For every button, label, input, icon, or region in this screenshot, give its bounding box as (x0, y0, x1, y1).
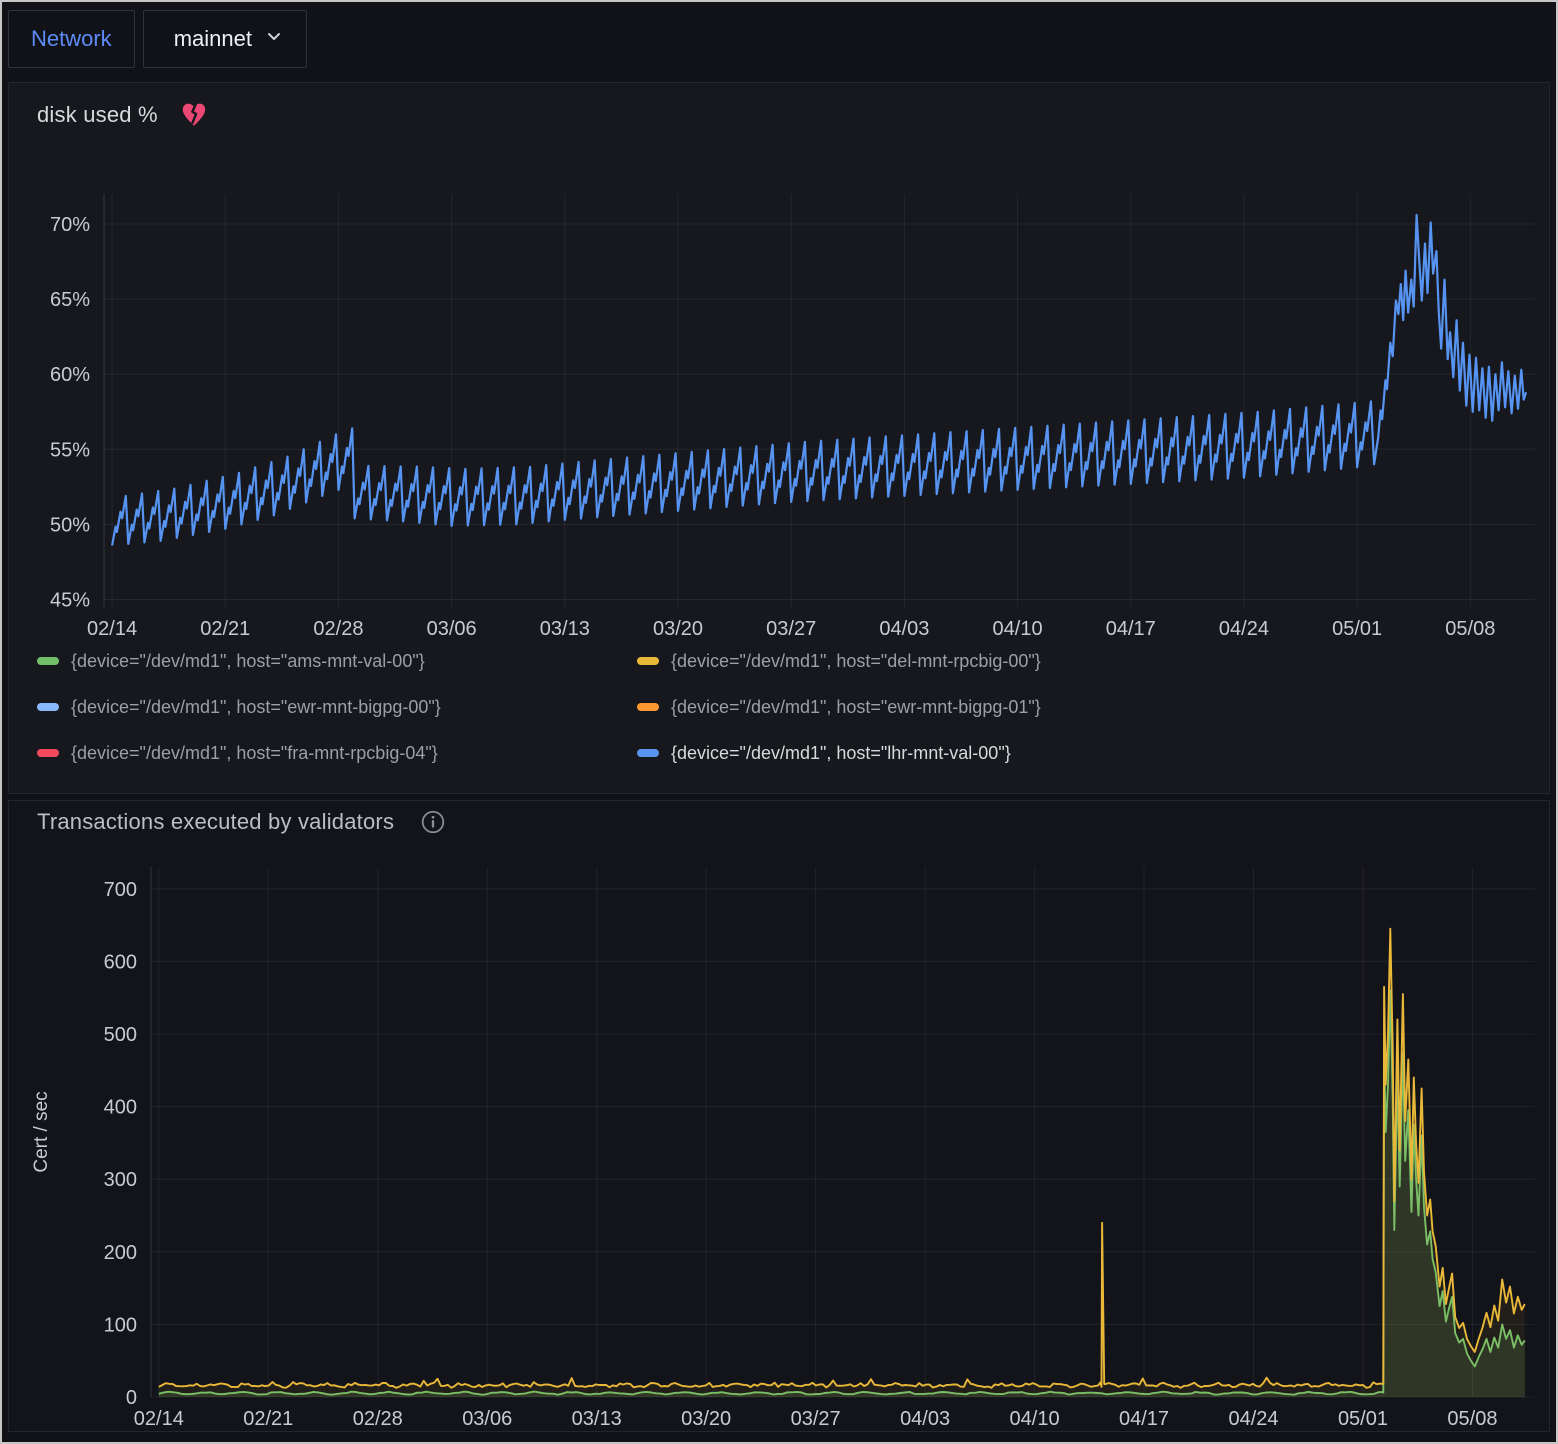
svg-text:50%: 50% (50, 514, 90, 536)
chevron-down-icon (264, 26, 284, 52)
svg-text:02/14: 02/14 (87, 618, 137, 640)
svg-text:55%: 55% (50, 439, 90, 461)
svg-text:04/24: 04/24 (1228, 1408, 1278, 1430)
svg-text:03/06: 03/06 (462, 1408, 512, 1430)
svg-text:60%: 60% (50, 364, 90, 386)
legend-swatch (37, 703, 59, 711)
legend-label: {device="/dev/md1", host="ewr-mnt-bigpg-… (71, 697, 441, 717)
svg-text:05/01: 05/01 (1338, 1408, 1388, 1430)
legend-item-1[interactable]: {device="/dev/md1", host="del-mnt-rpcbig… (637, 651, 1529, 671)
legend-swatch (37, 657, 59, 665)
network-label-text: Network (31, 26, 112, 52)
legend-swatch (637, 749, 659, 757)
svg-text:05/01: 05/01 (1332, 618, 1382, 640)
network-variable-label: Network (8, 10, 135, 68)
info-circle-icon[interactable] (420, 809, 446, 835)
panel-disk-used-title[interactable]: disk used % (37, 102, 158, 128)
legend-item-2[interactable]: {device="/dev/md1", host="ewr-mnt-bigpg-… (37, 697, 637, 717)
svg-text:600: 600 (104, 951, 137, 973)
svg-text:02/28: 02/28 (313, 618, 363, 640)
legend-item-5[interactable]: {device="/dev/md1", host="lhr-mnt-val-00… (637, 743, 1529, 763)
legend-label: {device="/dev/md1", host="fra-mnt-rpcbig… (71, 743, 438, 763)
svg-text:04/17: 04/17 (1106, 618, 1156, 640)
panel-validator-transactions: Transactions executed by validators 02/1… (8, 800, 1550, 1432)
svg-text:03/27: 03/27 (766, 618, 816, 640)
disk-used-legend: {device="/dev/md1", host="ams-mnt-val-00… (37, 651, 1529, 763)
svg-text:0: 0 (126, 1387, 137, 1409)
legend-label: {device="/dev/md1", host="ewr-mnt-bigpg-… (671, 697, 1041, 717)
dashboard: Network mainnet disk used % 02/1402/2102… (2, 2, 1556, 1438)
svg-text:03/13: 03/13 (572, 1408, 622, 1430)
svg-text:65%: 65% (50, 289, 90, 311)
svg-text:400: 400 (104, 1097, 137, 1119)
network-variable-dropdown[interactable]: mainnet (143, 10, 307, 68)
dashboard-controls: Network mainnet (8, 8, 1550, 76)
svg-text:Cert / sec: Cert / sec (31, 1091, 52, 1172)
svg-text:04/10: 04/10 (1010, 1408, 1060, 1430)
legend-item-3[interactable]: {device="/dev/md1", host="ewr-mnt-bigpg-… (637, 697, 1529, 717)
legend-swatch (637, 657, 659, 665)
svg-text:300: 300 (104, 1169, 137, 1191)
svg-text:05/08: 05/08 (1447, 1408, 1497, 1430)
legend-label: {device="/dev/md1", host="ams-mnt-val-00… (71, 651, 425, 671)
svg-text:04/24: 04/24 (1219, 618, 1269, 640)
svg-text:02/21: 02/21 (243, 1408, 293, 1430)
svg-text:04/03: 04/03 (900, 1408, 950, 1430)
panel-disk-used: disk used % 02/14 02/21 02/28 03/06 03/13 03/… (8, 82, 1550, 794)
legend-item-0[interactable]: {device="/dev/md1", host="ams-mnt-val-00… (37, 651, 637, 671)
svg-text:02/21: 02/21 (200, 618, 250, 640)
svg-text:03/06: 03/06 (427, 618, 477, 640)
legend-label: {device="/dev/md1", host="lhr-mnt-val-00… (671, 743, 1011, 763)
svg-text:03/27: 03/27 (791, 1408, 841, 1430)
network-value-text[interactable]: mainnet (174, 26, 252, 52)
legend-swatch (637, 703, 659, 711)
legend-swatch (37, 749, 59, 757)
svg-text:05/08: 05/08 (1445, 618, 1495, 640)
svg-text:03/20: 03/20 (681, 1408, 731, 1430)
heart-break-icon[interactable] (180, 101, 208, 129)
svg-text:04/10: 04/10 (993, 618, 1043, 640)
legend-item-4[interactable]: {device="/dev/md1", host="fra-mnt-rpcbig… (37, 743, 637, 763)
svg-text:200: 200 (104, 1242, 137, 1264)
svg-text:03/20: 03/20 (653, 618, 703, 640)
svg-text:700: 700 (104, 879, 137, 901)
legend-label: {device="/dev/md1", host="del-mnt-rpcbig… (671, 651, 1041, 671)
svg-text:70%: 70% (50, 214, 90, 236)
validator-transactions-chart[interactable]: 02/14 02/21 02/28 03/06 03/13 03/20 03/27 04/03… (9, 801, 1549, 1431)
svg-text:500: 500 (104, 1024, 137, 1046)
svg-text:04/17: 04/17 (1119, 1408, 1169, 1430)
svg-text:04/03: 04/03 (879, 618, 929, 640)
panel-validator-transactions-title[interactable]: Transactions executed by validators (37, 809, 394, 835)
svg-text:03/13: 03/13 (540, 618, 590, 640)
svg-text:02/28: 02/28 (353, 1408, 403, 1430)
svg-text:100: 100 (104, 1314, 137, 1336)
disk-used-chart[interactable]: 02/14 02/21 02/28 03/06 03/13 03/20 03/27 04/03… (9, 83, 1549, 643)
svg-text:45%: 45% (50, 589, 90, 611)
svg-text:02/14: 02/14 (134, 1408, 184, 1430)
